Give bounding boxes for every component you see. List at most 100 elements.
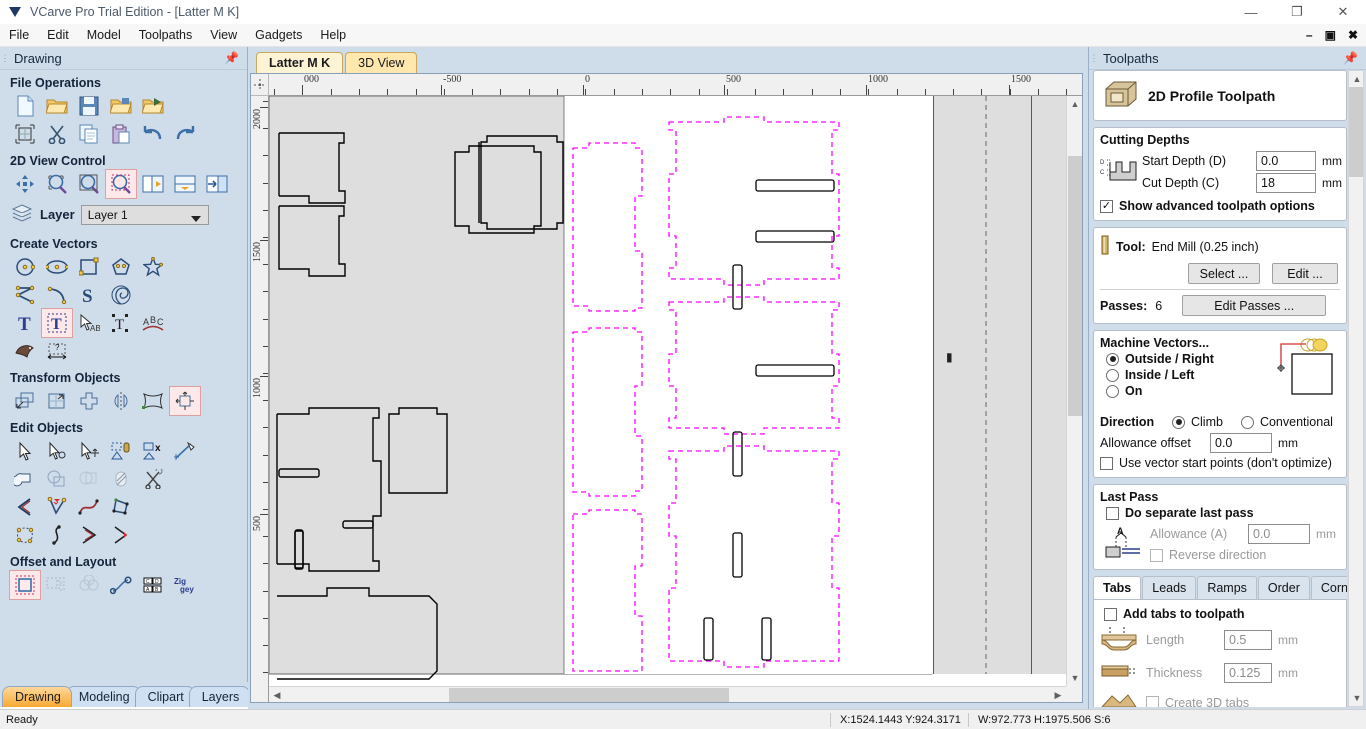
- new-file-icon[interactable]: [10, 92, 40, 120]
- subtract-icon[interactable]: [42, 465, 72, 493]
- close-vector-icon[interactable]: [106, 493, 136, 521]
- mdi-close-button[interactable]: ✖: [1346, 29, 1360, 41]
- show-advanced-checkbox[interactable]: ✓: [1100, 199, 1113, 213]
- tab-drawing[interactable]: Drawing: [2, 686, 72, 707]
- join-vectors-icon[interactable]: [10, 493, 40, 521]
- tab-3d-view[interactable]: 3D View: [345, 52, 418, 73]
- ruler-origin-icon[interactable]: [251, 74, 269, 96]
- draw-star-icon[interactable]: [138, 253, 168, 281]
- do-separate-last-pass-checkbox[interactable]: [1106, 506, 1119, 520]
- cut-depth-input[interactable]: 18: [1256, 173, 1316, 193]
- pin-icon[interactable]: 📌: [1343, 51, 1358, 65]
- distort-objects-icon[interactable]: [138, 387, 168, 415]
- redo-icon[interactable]: [170, 120, 200, 148]
- start-depth-input[interactable]: 0.0: [1256, 151, 1316, 171]
- draw-arc-icon[interactable]: [42, 281, 72, 309]
- panel-grip-icon[interactable]: ⋮: [1089, 54, 1099, 63]
- panel-grip-icon[interactable]: ⋮: [0, 54, 10, 63]
- trace-bitmap-icon[interactable]: [10, 337, 40, 365]
- tab-leads[interactable]: Leads: [1142, 576, 1197, 599]
- node-edit-icon[interactable]: [42, 437, 72, 465]
- mirror-objects-icon[interactable]: [106, 387, 136, 415]
- radio-inside-left[interactable]: [1106, 368, 1119, 382]
- chevron-down-icon[interactable]: [190, 212, 201, 226]
- text-selection-icon[interactable]: AB: [74, 309, 104, 337]
- split-vector-icon[interactable]: [106, 521, 136, 549]
- canvas-vertical-scrollbar[interactable]: ▲ ▼: [1066, 96, 1082, 686]
- paste-icon[interactable]: [106, 120, 136, 148]
- group-objects-icon[interactable]: [106, 437, 136, 465]
- drawing-viewport[interactable]: ▮: [269, 96, 1066, 686]
- mdi-restore-button[interactable]: ▣: [1323, 29, 1338, 41]
- insert-node-icon[interactable]: [42, 493, 72, 521]
- reverse-direction-checkbox[interactable]: [1150, 548, 1163, 562]
- tab-latter-m-k[interactable]: Latter M K: [256, 52, 344, 73]
- tab-order[interactable]: Order: [1257, 576, 1310, 599]
- menu-view[interactable]: View: [201, 25, 246, 45]
- draw-ellipse-icon[interactable]: [42, 253, 72, 281]
- copy-icon[interactable]: [74, 120, 104, 148]
- scroll-right-button[interactable]: ▶: [1050, 687, 1066, 703]
- allowance-offset-input[interactable]: 0.0: [1210, 433, 1272, 453]
- job-setup-icon[interactable]: [10, 120, 40, 148]
- close-button[interactable]: ✕: [1320, 0, 1366, 24]
- use-start-points-checkbox[interactable]: [1100, 456, 1113, 470]
- toolpaths-panel-scrollbar[interactable]: ▲ ▼: [1348, 70, 1364, 707]
- nest-objects-icon[interactable]: CDAB: [138, 571, 168, 599]
- horizontal-ruler[interactable]: 000 -500 0 500 1000 1500: [269, 74, 1082, 96]
- edit-passes-button[interactable]: Edit Passes ...: [1182, 295, 1327, 316]
- vertical-scroll-thumb[interactable]: [1068, 156, 1082, 416]
- draw-rectangle-icon[interactable]: [74, 253, 104, 281]
- panel-scroll-thumb[interactable]: [1349, 87, 1363, 177]
- radio-on[interactable]: [1106, 384, 1119, 398]
- draw-polyline-icon[interactable]: [10, 281, 40, 309]
- weld-icon[interactable]: [10, 465, 40, 493]
- draw-polygon-icon[interactable]: [106, 253, 136, 281]
- menu-file[interactable]: File: [0, 25, 38, 45]
- reverse-direction-icon[interactable]: [74, 521, 104, 549]
- minimize-button[interactable]: —: [1228, 0, 1274, 24]
- menu-edit[interactable]: Edit: [38, 25, 78, 45]
- last-pass-allowance-input[interactable]: 0.0: [1248, 524, 1310, 544]
- draw-spiral-icon[interactable]: [106, 281, 136, 309]
- dimension-icon[interactable]: ?: [42, 337, 72, 365]
- menu-help[interactable]: Help: [311, 25, 355, 45]
- select-tool-icon[interactable]: [10, 437, 40, 465]
- ungroup-objects-icon[interactable]: x: [138, 437, 168, 465]
- panel-scroll-up-button[interactable]: ▲: [1349, 71, 1365, 87]
- open-file-icon[interactable]: [42, 92, 72, 120]
- tab-clipart[interactable]: Clipart: [134, 686, 195, 707]
- zigzag-layout-icon[interactable]: Zig gey: [170, 571, 200, 599]
- edit-text-icon[interactable]: T: [41, 308, 73, 338]
- tab-ramps[interactable]: Ramps: [1197, 576, 1257, 599]
- undo-icon[interactable]: [138, 120, 168, 148]
- select-tool-button[interactable]: Select ...: [1188, 263, 1260, 284]
- align-objects-icon[interactable]: [169, 386, 201, 416]
- radio-outside-right[interactable]: [1106, 352, 1119, 366]
- text-on-curve-icon[interactable]: T: [106, 309, 136, 337]
- toggle-split-view-icon[interactable]: [170, 170, 200, 198]
- tab-modeling[interactable]: Modeling: [65, 686, 141, 707]
- tab-thickness-input[interactable]: 0.125: [1224, 662, 1272, 683]
- scroll-up-button[interactable]: ▲: [1067, 96, 1083, 112]
- measure-icon[interactable]: [170, 437, 200, 465]
- pan-icon[interactable]: [10, 170, 40, 198]
- tab-tabs[interactable]: Tabs: [1093, 576, 1142, 599]
- toggle-left-pane-icon[interactable]: [138, 170, 168, 198]
- create-text-icon[interactable]: T: [10, 309, 40, 337]
- create-3d-tabs-checkbox[interactable]: [1146, 696, 1159, 707]
- start-point-icon[interactable]: [42, 521, 72, 549]
- scroll-left-button[interactable]: ◀: [269, 687, 285, 703]
- node-handles-icon[interactable]: [10, 521, 40, 549]
- radio-climb[interactable]: [1172, 415, 1185, 429]
- add-tabs-checkbox[interactable]: [1104, 607, 1117, 621]
- smooth-node-icon[interactable]: [74, 493, 104, 521]
- vertical-ruler[interactable]: 2000 1500 1000 500: [251, 96, 269, 702]
- canvas-horizontal-scrollbar[interactable]: ◀ ▶: [269, 686, 1066, 702]
- tab-layers[interactable]: Layers: [188, 686, 251, 707]
- draw-circle-icon[interactable]: [10, 253, 40, 281]
- save-file-icon[interactable]: [74, 92, 104, 120]
- text-arc-icon[interactable]: ABC: [138, 309, 168, 337]
- panel-scroll-down-button[interactable]: ▼: [1349, 690, 1365, 706]
- zoom-selection-icon[interactable]: [105, 169, 137, 199]
